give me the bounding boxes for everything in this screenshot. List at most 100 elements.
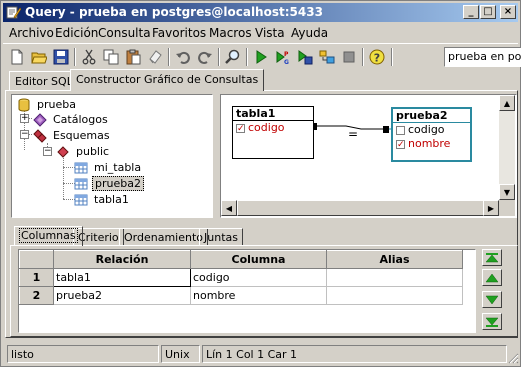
database-tree[interactable]: prueba + Catálogos − Esquemas − public m… bbox=[11, 94, 213, 218]
tab-juntas[interactable]: Juntas bbox=[199, 228, 243, 246]
table-icon bbox=[74, 194, 88, 205]
cut-icon[interactable] bbox=[79, 47, 99, 67]
diagram-table-prueba2[interactable]: prueba2 codigo nombre bbox=[391, 107, 472, 162]
collapse-public-toggle[interactable]: − bbox=[43, 147, 52, 156]
scroll-left-arrow-icon[interactable]: ◀ bbox=[221, 200, 237, 216]
open-folder-icon[interactable] bbox=[29, 47, 49, 67]
table-row[interactable]: 2 prueba2 nombre bbox=[19, 286, 463, 305]
status-line-ending: Unix bbox=[161, 345, 200, 363]
copy-icon[interactable] bbox=[101, 47, 121, 67]
stop-icon[interactable] bbox=[339, 47, 359, 67]
clear-icon[interactable] bbox=[145, 47, 165, 67]
tree-node-catalogs[interactable]: Catálogos bbox=[33, 112, 110, 127]
explain-icon[interactable]: PG bbox=[273, 47, 293, 67]
cell-relation[interactable]: prueba2 bbox=[53, 286, 191, 305]
move-down-button[interactable] bbox=[482, 291, 502, 308]
menu-macros[interactable]: Macros bbox=[209, 26, 252, 40]
toolbar-separator bbox=[246, 48, 248, 66]
menu-edicion[interactable]: Edición bbox=[55, 26, 98, 40]
paste-icon[interactable] bbox=[123, 47, 143, 67]
field-checkbox[interactable] bbox=[396, 138, 405, 152]
cell-alias[interactable] bbox=[326, 286, 463, 305]
diagram-table-title: tabla1 bbox=[233, 107, 313, 121]
status-message: listo bbox=[7, 345, 159, 363]
field-checkbox[interactable] bbox=[396, 125, 405, 135]
collapse-schemas-toggle[interactable]: − bbox=[20, 130, 29, 139]
tab-editor-sql[interactable]: Editor SQL bbox=[9, 71, 79, 91]
move-top-button[interactable] bbox=[482, 249, 502, 266]
redo-icon[interactable] bbox=[195, 47, 215, 67]
execute-to-file-icon[interactable] bbox=[295, 47, 315, 67]
table-row[interactable]: 1 tabla1 codigo bbox=[19, 268, 463, 287]
diagram-field-nombre[interactable]: nombre bbox=[393, 137, 470, 152]
tree-node-table-prueba2[interactable]: prueba2 bbox=[74, 176, 144, 191]
scroll-up-arrow-icon[interactable]: ▲ bbox=[499, 95, 515, 111]
menu-consulta[interactable]: Consulta bbox=[98, 26, 151, 40]
toolbar-separator bbox=[391, 48, 393, 66]
menu-favoritos[interactable]: Favoritos bbox=[152, 26, 206, 40]
close-button[interactable]: × bbox=[500, 5, 516, 19]
cell-alias[interactable] bbox=[326, 268, 463, 287]
catalogs-icon bbox=[33, 112, 47, 127]
move-top-icon bbox=[485, 252, 499, 262]
column-header-columna[interactable]: Columna bbox=[190, 250, 327, 269]
resize-grip-icon[interactable] bbox=[508, 353, 519, 364]
tree-node-table-mi-tabla[interactable]: mi_tabla bbox=[74, 160, 143, 175]
expand-catalogs-toggle[interactable]: + bbox=[20, 114, 29, 123]
diagram-field-codigo[interactable]: codigo bbox=[233, 121, 313, 136]
minimize-button[interactable]: _ bbox=[463, 5, 479, 19]
maximize-button[interactable]: □ bbox=[480, 5, 496, 19]
move-up-button[interactable] bbox=[482, 269, 502, 286]
svg-text:G: G bbox=[284, 59, 289, 65]
tab-columnas[interactable]: Columnas bbox=[14, 226, 83, 246]
tree-node-public[interactable]: public bbox=[56, 144, 111, 159]
table-icon bbox=[74, 178, 88, 189]
save-icon[interactable] bbox=[51, 47, 71, 67]
toolbar-separator bbox=[362, 48, 364, 66]
table-icon bbox=[74, 162, 88, 173]
tree-node-table-tabla1[interactable]: tabla1 bbox=[74, 192, 131, 207]
toolbar-separator bbox=[218, 48, 220, 66]
grid-corner-header bbox=[19, 250, 54, 269]
move-up-icon bbox=[485, 273, 499, 282]
window-title: Query - prueba en postgres@localhost:543… bbox=[25, 5, 323, 19]
menu-ayuda[interactable]: Ayuda bbox=[291, 26, 328, 40]
tree-node-database[interactable]: prueba bbox=[17, 97, 78, 112]
diagram-table-tabla1[interactable]: tabla1 codigo bbox=[232, 106, 314, 159]
new-file-icon[interactable] bbox=[7, 47, 27, 67]
join-operator-label[interactable]: = bbox=[348, 127, 358, 141]
undo-icon[interactable] bbox=[173, 47, 193, 67]
row-number[interactable]: 2 bbox=[19, 286, 54, 305]
cell-column[interactable]: nombre bbox=[190, 286, 327, 305]
vacuum-icon[interactable] bbox=[317, 47, 337, 67]
title-bar[interactable]: Query - prueba en postgres@localhost:543… bbox=[3, 3, 518, 22]
diagram-horizontal-scrollbar[interactable]: ◀ ▶ bbox=[221, 200, 499, 216]
toolbar-separator bbox=[168, 48, 170, 66]
cell-column[interactable]: codigo bbox=[190, 268, 327, 287]
move-bottom-icon bbox=[485, 317, 499, 327]
database-select[interactable]: prueba en post bbox=[444, 47, 521, 67]
tab-constructor-grafico[interactable]: Constructor Gráfico de Consultas bbox=[70, 69, 265, 91]
diagram-field-codigo[interactable]: codigo bbox=[393, 123, 470, 137]
columns-grid[interactable]: Relación Columna Alias 1 tabla1 codigo 2… bbox=[18, 249, 476, 333]
diagram-vertical-scrollbar[interactable]: ▲ ▼ bbox=[499, 95, 515, 200]
query-window: Query - prueba en postgres@localhost:543… bbox=[0, 0, 521, 367]
scroll-right-arrow-icon[interactable]: ▶ bbox=[483, 200, 499, 216]
cell-relation[interactable]: tabla1 bbox=[53, 268, 191, 287]
row-number[interactable]: 1 bbox=[19, 268, 54, 287]
scroll-down-arrow-icon[interactable]: ▼ bbox=[499, 184, 515, 200]
move-bottom-button[interactable] bbox=[482, 313, 502, 330]
help-icon[interactable]: ? bbox=[367, 47, 387, 67]
tree-node-schemas[interactable]: Esquemas bbox=[33, 128, 112, 143]
column-header-relacion[interactable]: Relación bbox=[53, 250, 191, 269]
svg-text:?: ? bbox=[374, 52, 380, 65]
menu-archivo[interactable]: Archivo bbox=[9, 26, 54, 40]
field-checkbox[interactable] bbox=[236, 122, 245, 136]
execute-icon[interactable] bbox=[251, 47, 271, 67]
tab-ordenamiento[interactable]: Ordenamiento bbox=[119, 228, 209, 246]
status-cursor-position: Lín 1 Col 1 Car 1 bbox=[202, 345, 507, 363]
find-icon[interactable] bbox=[223, 47, 243, 67]
menu-vista[interactable]: Vista bbox=[255, 26, 285, 40]
scrollbar-thumb[interactable] bbox=[237, 200, 485, 216]
column-header-alias[interactable]: Alias bbox=[326, 250, 463, 269]
